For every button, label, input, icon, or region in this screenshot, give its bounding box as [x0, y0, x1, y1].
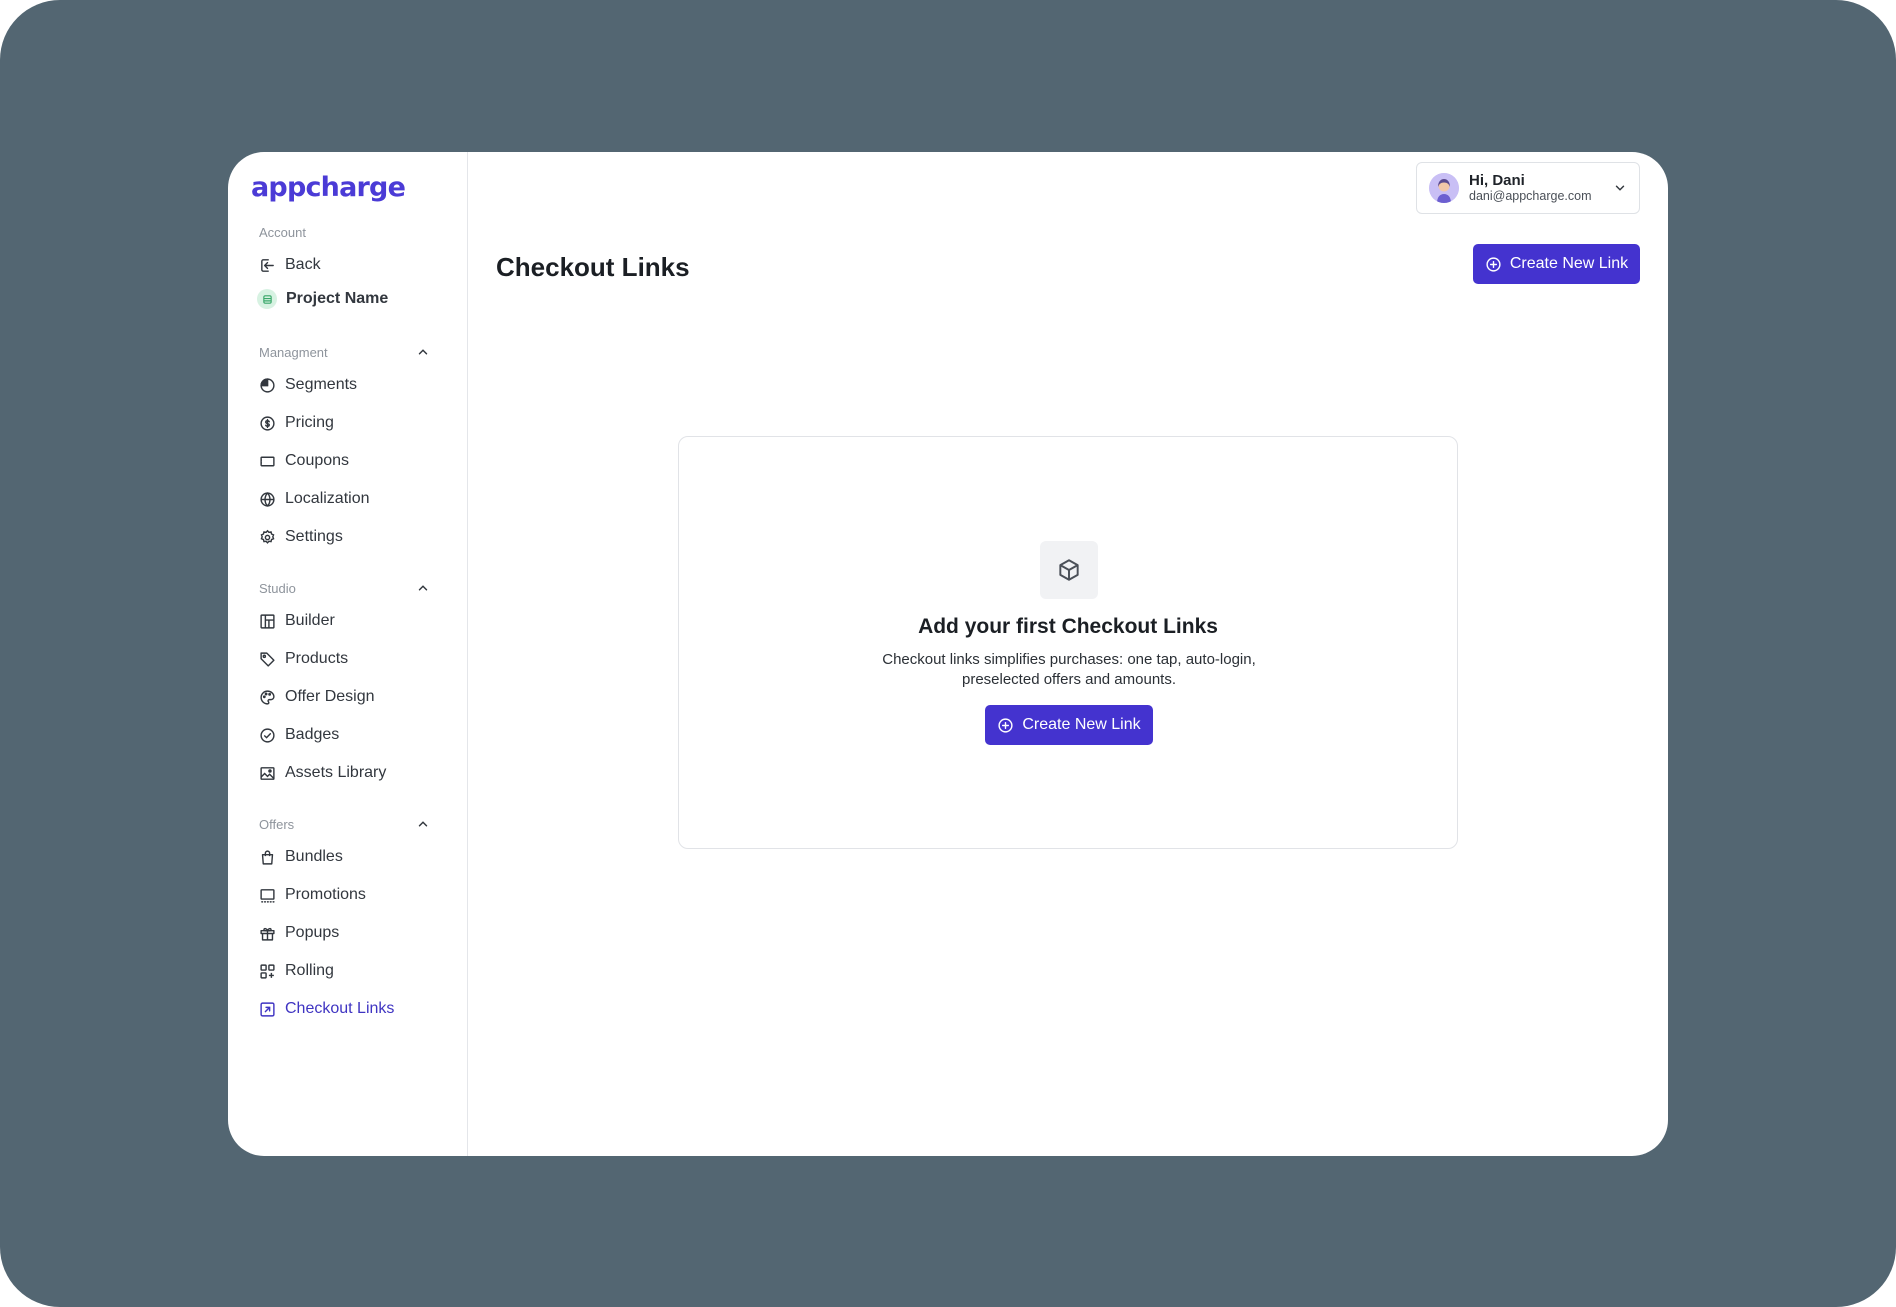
sidebar-item-bundles[interactable]: Bundles [259, 844, 343, 870]
section-label-offers: Offers [259, 817, 295, 832]
sidebar-item-label: Builder [285, 612, 335, 629]
sidebar-item-back[interactable]: Back [259, 252, 321, 278]
sidebar-item-builder[interactable]: Builder [259, 608, 335, 634]
sidebar-item-label: Bundles [285, 848, 343, 865]
empty-state-create-link-button[interactable]: Create New Link [985, 705, 1153, 745]
user-greeting: Hi, Dani [1469, 172, 1525, 190]
sidebar-item-pricing[interactable]: Pricing [259, 410, 334, 436]
sidebar-item-label: Rolling [285, 962, 334, 979]
button-label: Create New Link [1509, 255, 1629, 272]
sidebar-item-localization[interactable]: Localization [259, 486, 370, 512]
gift-icon [260, 927, 275, 941]
page-title: Checkout Links [496, 252, 690, 282]
user-email: dani@appcharge.com [1469, 189, 1592, 204]
empty-state-title: Add your first Checkout Links [918, 615, 1218, 638]
builder-icon [260, 613, 275, 629]
sidebar-item-label: Pricing [285, 414, 334, 431]
tag-icon [260, 651, 275, 667]
empty-state-icon-box [1040, 541, 1098, 599]
bag-icon [261, 849, 274, 865]
section-label-management: Managment [259, 345, 328, 360]
empty-state-card: Add your first Checkout Links Checkout l… [678, 436, 1458, 849]
sidebar-item-label: Settings [285, 528, 343, 545]
sidebar-item-label: Offer Design [285, 688, 375, 705]
sidebar-item-badges[interactable]: Badges [259, 722, 339, 748]
sidebar-item-label: Localization [285, 490, 370, 507]
sidebar-item-label: Popups [285, 924, 340, 941]
segments-icon [260, 377, 275, 393]
plus-circle-icon [1486, 256, 1501, 272]
sidebar-item-label: Project Name [286, 290, 389, 307]
badge-check-icon [260, 727, 275, 743]
sidebar-item-label: Segments [285, 376, 358, 393]
promotion-icon [260, 888, 275, 903]
sidebar-item-settings[interactable]: Settings [259, 524, 343, 550]
gear-icon [260, 529, 275, 544]
sidebar-item-segments[interactable]: Segments [259, 372, 357, 398]
plus-circle-icon [998, 717, 1013, 733]
section-label-account: Account [259, 225, 306, 240]
sidebar-item-label: Promotions [285, 886, 366, 903]
globe-icon [260, 491, 275, 507]
box-icon [1059, 559, 1079, 581]
sidebar-item-project[interactable]: Project Name [257, 286, 389, 312]
user-menu[interactable]: Hi, Dani dani@appcharge.com [1416, 162, 1640, 214]
appcharge-logo[interactable]: appcharge [251, 172, 406, 203]
sidebar-item-label: Assets Library [285, 764, 387, 781]
create-new-link-button[interactable]: Create New Link [1473, 244, 1640, 284]
app-window: appcharge Account Back Project Name Mana… [228, 152, 1668, 1156]
palette-icon [260, 689, 275, 705]
sidebar-item-label: Badges [285, 726, 340, 743]
sidebar: appcharge Account Back Project Name Mana… [228, 152, 468, 1156]
sidebar-item-popups[interactable]: Popups [259, 920, 339, 946]
rolling-icon [260, 963, 275, 979]
chevron-up-icon[interactable] [416, 345, 430, 359]
sidebar-item-coupons[interactable]: Coupons [259, 448, 349, 474]
image-icon [260, 766, 275, 780]
button-label: Create New Link [1022, 716, 1141, 733]
empty-state-description: Checkout links simplifies purchases: one… [882, 651, 1256, 688]
back-icon [261, 258, 274, 272]
chevron-up-icon[interactable] [416, 817, 430, 831]
sidebar-item-label: Products [285, 650, 349, 667]
sidebar-item-checkout-links[interactable]: Checkout Links [259, 996, 394, 1022]
sidebar-item-promotions[interactable]: Promotions [259, 882, 366, 908]
coupon-icon [260, 456, 275, 466]
checkout-link-icon [260, 1001, 275, 1017]
section-label-studio: Studio [259, 581, 296, 596]
sidebar-item-offer-design[interactable]: Offer Design [259, 684, 375, 710]
sidebar-item-rolling[interactable]: Rolling [259, 958, 334, 984]
chevron-up-icon[interactable] [416, 581, 430, 595]
sidebar-item-assets-library[interactable]: Assets Library [259, 760, 386, 786]
main-content: Hi, Dani dani@appcharge.com Checkout Lin… [468, 152, 1668, 1156]
chevron-down-icon [1615, 185, 1625, 191]
sidebar-item-label: Back [285, 256, 321, 273]
sidebar-item-products[interactable]: Products [259, 646, 348, 672]
avatar [1429, 173, 1459, 203]
sidebar-item-label: Checkout Links [285, 1000, 395, 1017]
dollar-icon [260, 415, 275, 431]
project-icon [257, 289, 277, 309]
sidebar-item-label: Coupons [285, 452, 350, 469]
